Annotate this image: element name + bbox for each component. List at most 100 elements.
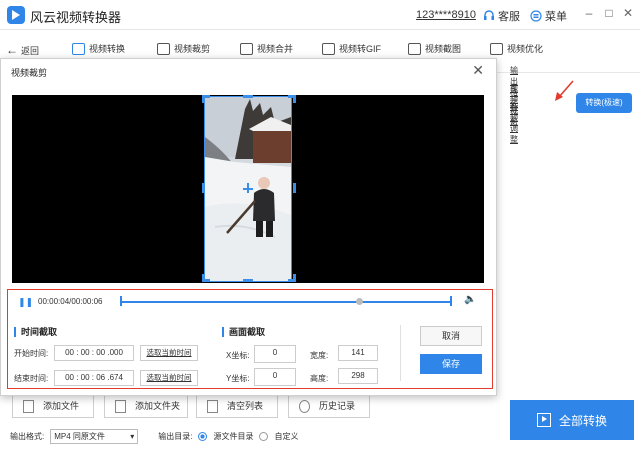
tool-video-gif[interactable]: 视频转GIF: [322, 42, 381, 55]
app-title: 风云视频转换器: [30, 10, 122, 25]
crop-handle-top[interactable]: [243, 95, 253, 98]
convert-all-button[interactable]: 全部转换: [510, 400, 634, 440]
add-folder-button[interactable]: 添加文件夹: [104, 394, 188, 418]
dir-custom-radio[interactable]: [259, 432, 269, 441]
volume-icon[interactable]: 🔈: [464, 294, 476, 305]
video-crop-icon: [157, 42, 170, 55]
time-section-title: 时间截取: [14, 327, 57, 337]
clear-list-button[interactable]: 清空列表: [196, 394, 278, 418]
tool-label: 视频转GIF: [339, 44, 381, 54]
close-icon[interactable]: ✕: [621, 6, 635, 20]
convert-all-label: 全部转换: [558, 413, 607, 428]
service-label: 客服: [498, 11, 520, 23]
dir-label: 输出目录:: [158, 432, 193, 441]
tool-label: 视频优化: [507, 44, 544, 54]
folder-icon: [115, 400, 126, 413]
tool-video-screenshot[interactable]: 视频截图: [408, 42, 461, 55]
crop-center-v: [247, 183, 249, 193]
headset-icon: [484, 10, 494, 20]
end-hours: 00: [65, 373, 74, 382]
video-merge-icon: [240, 42, 253, 55]
clock-icon: [299, 400, 310, 413]
optimize-icon: [490, 42, 503, 55]
convert-fast-button[interactable]: 转换(极速): [576, 93, 632, 113]
trash-icon: [207, 400, 218, 413]
back-button[interactable]: ← 返回: [6, 43, 39, 57]
format-select[interactable]: MP4 同原文件: [50, 429, 139, 444]
end-seconds: 06: [96, 373, 106, 382]
service-button[interactable]: 客服: [483, 8, 520, 24]
arrow-left-icon: ←: [6, 43, 18, 57]
format-label: 输出格式:: [10, 432, 45, 441]
pause-icon[interactable]: ❚❚: [18, 297, 33, 308]
frame-section-title: 画面截取: [222, 327, 265, 337]
cancel-button[interactable]: 取消: [420, 326, 482, 346]
width-input[interactable]: 141: [338, 345, 378, 361]
crop-controls-panel: ❚❚ 00:00:04/00:00:06 🔈 时间截取 开始时间: 00 : 0…: [7, 289, 493, 389]
crop-handle-bl[interactable]: [202, 279, 210, 282]
width-label: 宽度:: [310, 351, 329, 360]
dir-custom-label: 自定义: [274, 432, 299, 441]
start-ms: .000: [107, 348, 123, 357]
timeline-track[interactable]: [122, 301, 452, 303]
output-settings: 输出格式: MP4 同原文件 输出目录: 源文件目录 自定义: [10, 429, 298, 444]
menu-icon: [530, 10, 542, 22]
video-convert-icon: [72, 42, 85, 55]
start-hours: 00: [65, 348, 74, 357]
video-crop-dialog: 视频裁剪 ✕ ❚❚ 00:00:04/00:00:06 🔈 时间截取 开始时间:…: [0, 58, 497, 396]
height-input[interactable]: 298: [338, 368, 378, 384]
height-label: 高度:: [310, 374, 329, 383]
crop-handle-tr-v[interactable]: [293, 95, 296, 103]
start-time-input[interactable]: 00 : 00 : 00 .000: [54, 345, 134, 361]
y-input[interactable]: 0: [254, 368, 296, 386]
x-input[interactable]: 0: [254, 345, 296, 363]
tool-label: 视频合并: [257, 44, 294, 54]
red-arrow-icon: [555, 80, 574, 101]
video-preview: [12, 95, 484, 283]
title-bar: 风云视频转换器 123****8910 客服 菜单 – □ ✕: [0, 0, 640, 30]
tool-video-convert[interactable]: 视频转换: [72, 42, 125, 55]
file-icon: [23, 400, 34, 413]
dir-source-label: 源文件目录: [213, 432, 254, 441]
bottom-actions: 添加文件 添加文件夹 清空列表 历史记录: [0, 394, 500, 420]
crop-handle-left[interactable]: [202, 183, 205, 193]
pick-start-time-button[interactable]: 选取当前时间: [140, 345, 198, 361]
crop-handle-br-v[interactable]: [293, 274, 296, 282]
dir-source-radio[interactable]: [198, 432, 208, 441]
y-label: Y坐标:: [226, 374, 250, 383]
timeline-start-handle[interactable]: [120, 296, 122, 306]
minimize-icon[interactable]: –: [582, 6, 596, 20]
playback-time: 00:00:04/00:00:06: [38, 297, 103, 306]
end-minutes: 00: [80, 373, 90, 382]
tool-video-crop[interactable]: 视频裁剪: [157, 42, 210, 55]
add-file-button[interactable]: 添加文件: [12, 394, 94, 418]
start-minutes: 00: [80, 348, 90, 357]
tool-label: 视频裁剪: [174, 44, 211, 54]
crop-handle-tl-v[interactable]: [202, 95, 205, 103]
pick-end-time-button[interactable]: 选取当前时间: [140, 370, 198, 386]
restore-icon[interactable]: □: [602, 6, 616, 20]
back-label: 返回: [21, 45, 40, 56]
end-ms: .674: [107, 373, 123, 382]
crop-handle-bottom[interactable]: [243, 279, 253, 282]
x-label: X坐标:: [226, 351, 250, 360]
dialog-close-icon[interactable]: ✕: [472, 62, 484, 79]
side-item-audio-adjust[interactable]: ♫ 音频调整: [510, 102, 518, 144]
end-time-input[interactable]: 00 : 00 : 06 .674: [54, 370, 134, 386]
crop-handle-right[interactable]: [293, 183, 296, 193]
clear-list-label: 清空列表: [227, 401, 264, 411]
menu-button[interactable]: 菜单: [530, 8, 567, 24]
history-label: 历史记录: [319, 401, 356, 411]
tool-video-optimize[interactable]: 视频优化: [490, 42, 543, 55]
end-time-label: 结束时间:: [14, 374, 49, 383]
add-folder-label: 添加文件夹: [135, 401, 181, 411]
tool-video-merge[interactable]: 视频合并: [240, 42, 293, 55]
timeline-position-knob[interactable]: [356, 298, 364, 305]
menu-label: 菜单: [545, 11, 567, 23]
save-button[interactable]: 保存: [420, 354, 482, 374]
tool-label: 视频转换: [89, 44, 126, 54]
account-link[interactable]: 123****8910: [416, 9, 476, 21]
timeline-end-handle[interactable]: [450, 296, 452, 306]
play-icon: [536, 413, 551, 427]
history-button[interactable]: 历史记录: [288, 394, 370, 418]
